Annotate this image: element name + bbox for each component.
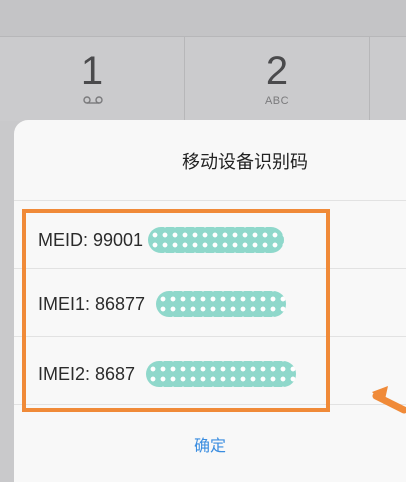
dialer-keypad-row: 1 2 ABC <box>0 36 406 121</box>
dial-key-digit: 1 <box>80 49 104 93</box>
voicemail-icon <box>83 96 103 104</box>
dial-key-2[interactable]: 2 ABC <box>185 37 370 121</box>
row-divider <box>14 200 406 201</box>
dial-key-1[interactable]: 1 <box>0 37 185 121</box>
dial-key-letters: ABC <box>264 95 290 107</box>
dialog-title: 移动设备识别码 <box>182 152 308 173</box>
highlight-annotation-box <box>22 209 330 412</box>
keypad-top-strip <box>0 0 406 36</box>
arrow-annotation-icon <box>372 386 406 414</box>
dial-key-3[interactable] <box>370 37 406 121</box>
confirm-button[interactable]: 确定 <box>14 432 406 456</box>
dial-key-digit: 2 <box>265 49 289 93</box>
